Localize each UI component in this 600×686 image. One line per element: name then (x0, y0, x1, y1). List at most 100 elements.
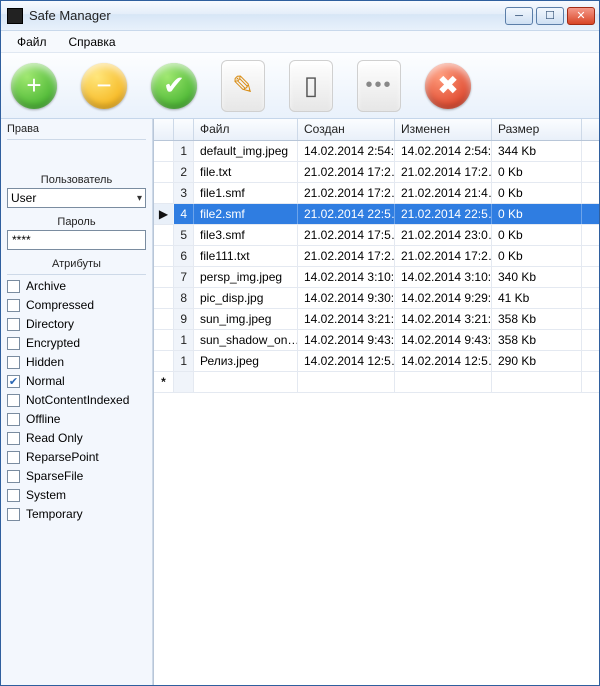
cell-file[interactable]: pic_disp.jpg (194, 288, 298, 308)
cell-created[interactable]: 21.02.2014 17:2… (298, 183, 395, 203)
table-row[interactable]: 8pic_disp.jpg14.02.2014 9:30:…14.02.2014… (154, 288, 599, 309)
checkbox-icon[interactable] (7, 280, 20, 293)
cell-size[interactable]: 290 Kb (492, 351, 582, 371)
table-row[interactable]: 5file3.smf21.02.2014 17:5…21.02.2014 23:… (154, 225, 599, 246)
cell-modified[interactable]: 21.02.2014 17:2… (395, 162, 492, 182)
cell-created[interactable] (298, 372, 395, 392)
checkbox-icon[interactable] (7, 356, 20, 369)
apply-button[interactable]: ✔ (151, 63, 197, 109)
cell-modified[interactable]: 14.02.2014 3:10:… (395, 267, 492, 287)
document-button[interactable]: ▯ (289, 60, 333, 112)
checkbox-icon[interactable] (7, 413, 20, 426)
new-row[interactable]: * (154, 372, 599, 393)
cell-size[interactable]: 0 Kb (492, 183, 582, 203)
checkbox-icon[interactable] (7, 337, 20, 350)
cell-created[interactable]: 21.02.2014 22:5… (298, 204, 395, 224)
cell-file[interactable]: default_img.jpeg (194, 141, 298, 161)
cell-file[interactable]: file111.txt (194, 246, 298, 266)
table-row[interactable]: 9sun_img.jpeg14.02.2014 3:21:…14.02.2014… (154, 309, 599, 330)
close-button[interactable]: ✕ (567, 7, 595, 25)
add-button[interactable]: + (11, 63, 57, 109)
cell-created[interactable]: 14.02.2014 9:30:… (298, 288, 395, 308)
checkbox-icon[interactable] (7, 432, 20, 445)
table-row[interactable]: ▶4file2.smf21.02.2014 22:5…21.02.2014 22… (154, 204, 599, 225)
cell-size[interactable]: 358 Kb (492, 309, 582, 329)
more-button[interactable]: ••• (357, 60, 401, 112)
attribute-system[interactable]: System (7, 488, 146, 502)
cell-modified[interactable]: 14.02.2014 9:29:… (395, 288, 492, 308)
user-dropdown[interactable]: User ▾ (7, 188, 146, 208)
cell-modified[interactable]: 21.02.2014 22:5… (395, 204, 492, 224)
cell-modified[interactable]: 21.02.2014 23:0… (395, 225, 492, 245)
password-input[interactable] (7, 230, 146, 250)
cell-size[interactable]: 358 Kb (492, 330, 582, 350)
cell-modified[interactable]: 14.02.2014 2:54:… (395, 141, 492, 161)
cell-created[interactable]: 21.02.2014 17:2… (298, 162, 395, 182)
cell-size[interactable] (492, 372, 582, 392)
grid-header-marker[interactable] (154, 119, 174, 140)
cell-modified[interactable]: 14.02.2014 12:5… (395, 351, 492, 371)
cell-modified[interactable]: 21.02.2014 21:4… (395, 183, 492, 203)
checkbox-icon[interactable] (7, 318, 20, 331)
grid-header-created[interactable]: Создан (298, 119, 395, 140)
attribute-reparsepoint[interactable]: ReparsePoint (7, 450, 146, 464)
cell-modified[interactable]: 21.02.2014 17:2… (395, 246, 492, 266)
table-row[interactable]: 1Релиз.jpeg14.02.2014 12:5…14.02.2014 12… (154, 351, 599, 372)
cell-size[interactable]: 0 Kb (492, 162, 582, 182)
attribute-hidden[interactable]: Hidden (7, 355, 146, 369)
cell-size[interactable]: 344 Kb (492, 141, 582, 161)
table-row[interactable]: 7persp_img.jpeg14.02.2014 3:10:…14.02.20… (154, 267, 599, 288)
grid-header-modified[interactable]: Изменен (395, 119, 492, 140)
cell-file[interactable]: Релиз.jpeg (194, 351, 298, 371)
remove-button[interactable]: − (81, 63, 127, 109)
attribute-compressed[interactable]: Compressed (7, 298, 146, 312)
edit-button[interactable]: ✎ (221, 60, 265, 112)
maximize-button[interactable]: ☐ (536, 7, 564, 25)
cell-file[interactable] (194, 372, 298, 392)
minimize-button[interactable]: ─ (505, 7, 533, 25)
checkbox-icon[interactable] (7, 394, 20, 407)
checkbox-icon[interactable] (7, 508, 20, 521)
titlebar[interactable]: Safe Manager ─ ☐ ✕ (1, 1, 599, 31)
cell-size[interactable]: 340 Kb (492, 267, 582, 287)
table-row[interactable]: 1default_img.jpeg14.02.2014 2:54:…14.02.… (154, 141, 599, 162)
cell-created[interactable]: 14.02.2014 12:5… (298, 351, 395, 371)
cell-created[interactable]: 14.02.2014 3:21:… (298, 309, 395, 329)
table-row[interactable]: 1sun_shadow_on…14.02.2014 9:43:…14.02.20… (154, 330, 599, 351)
cell-file[interactable]: file1.smf (194, 183, 298, 203)
cancel-button[interactable]: ✖ (425, 63, 471, 109)
grid-header-index[interactable] (174, 119, 194, 140)
attribute-encrypted[interactable]: Encrypted (7, 336, 146, 350)
cell-file[interactable]: file3.smf (194, 225, 298, 245)
cell-size[interactable]: 41 Kb (492, 288, 582, 308)
cell-file[interactable]: sun_img.jpeg (194, 309, 298, 329)
attribute-sparsefile[interactable]: SparseFile (7, 469, 146, 483)
menu-help[interactable]: Справка (59, 33, 126, 51)
cell-size[interactable]: 0 Kb (492, 246, 582, 266)
grid-header-file[interactable]: Файл (194, 119, 298, 140)
cell-created[interactable]: 14.02.2014 3:10:… (298, 267, 395, 287)
checkbox-icon[interactable] (7, 489, 20, 502)
checkbox-icon[interactable] (7, 470, 20, 483)
checkbox-icon[interactable] (7, 451, 20, 464)
attribute-directory[interactable]: Directory (7, 317, 146, 331)
grid-body[interactable]: 1default_img.jpeg14.02.2014 2:54:…14.02.… (154, 141, 599, 685)
attribute-read only[interactable]: Read Only (7, 431, 146, 445)
table-row[interactable]: 2file.txt21.02.2014 17:2…21.02.2014 17:2… (154, 162, 599, 183)
grid-header-size[interactable]: Размер (492, 119, 582, 140)
cell-created[interactable]: 14.02.2014 9:43:… (298, 330, 395, 350)
cell-file[interactable]: file2.smf (194, 204, 298, 224)
attribute-offline[interactable]: Offline (7, 412, 146, 426)
cell-file[interactable]: sun_shadow_on… (194, 330, 298, 350)
cell-size[interactable]: 0 Kb (492, 204, 582, 224)
cell-modified[interactable] (395, 372, 492, 392)
attribute-notcontentindexed[interactable]: NotContentIndexed (7, 393, 146, 407)
cell-size[interactable]: 0 Kb (492, 225, 582, 245)
table-row[interactable]: 3file1.smf21.02.2014 17:2…21.02.2014 21:… (154, 183, 599, 204)
checkbox-icon[interactable] (7, 299, 20, 312)
cell-created[interactable]: 14.02.2014 2:54:… (298, 141, 395, 161)
cell-file[interactable]: file.txt (194, 162, 298, 182)
menu-file[interactable]: Файл (7, 33, 57, 51)
table-row[interactable]: 6file111.txt21.02.2014 17:2…21.02.2014 1… (154, 246, 599, 267)
cell-modified[interactable]: 14.02.2014 3:21:… (395, 309, 492, 329)
